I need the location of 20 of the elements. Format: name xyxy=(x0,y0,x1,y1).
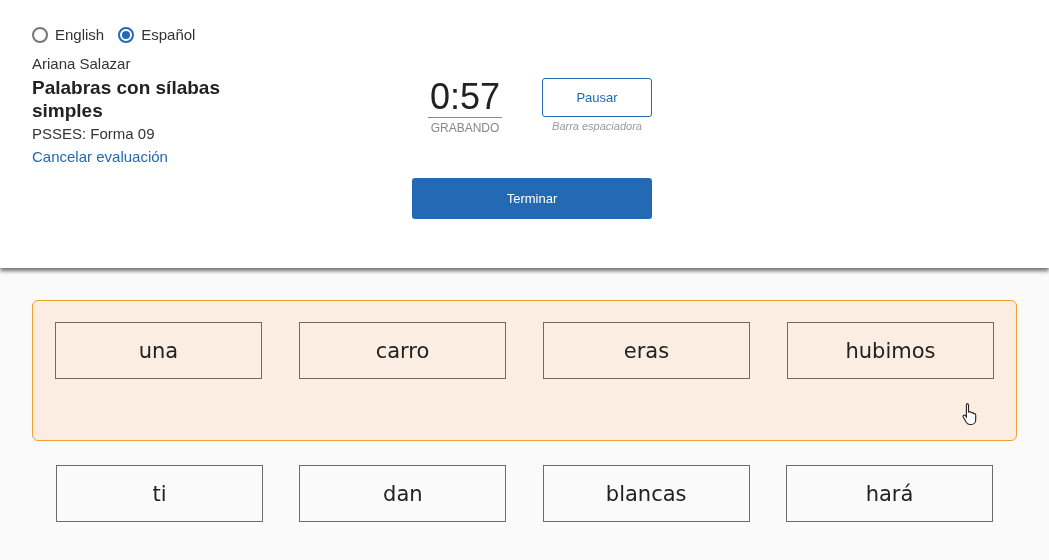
word-card[interactable]: hubimos xyxy=(787,322,994,379)
assessment-title: Palabras con sílabas simples xyxy=(32,76,221,122)
timer: 0:57 xyxy=(427,78,503,118)
word-card[interactable]: ti xyxy=(56,465,263,522)
word-card[interactable]: dan xyxy=(299,465,507,522)
word-card[interactable]: hará xyxy=(786,465,993,522)
language-radio[interactable]: English xyxy=(32,26,105,43)
recording-status: GRABANDO xyxy=(430,121,500,135)
word-card[interactable]: blancas xyxy=(542,465,750,522)
finish-button[interactable]: Terminar xyxy=(412,178,652,219)
word-card[interactable]: una xyxy=(55,322,262,379)
word-card[interactable]: carro xyxy=(299,322,506,379)
shortcut-hint: Barra espaciadora xyxy=(552,120,642,132)
pause-button[interactable]: Pausar xyxy=(542,78,652,117)
word-card[interactable]: eras xyxy=(543,322,750,379)
pointer-hand-icon xyxy=(962,402,978,426)
form-label: PSSES: Forma 09 xyxy=(32,125,156,142)
student-name: Ariana Salazar xyxy=(32,55,132,72)
language-radio[interactable]: Español xyxy=(118,26,196,43)
cancel-link[interactable]: Cancelar evaluación xyxy=(32,148,168,165)
